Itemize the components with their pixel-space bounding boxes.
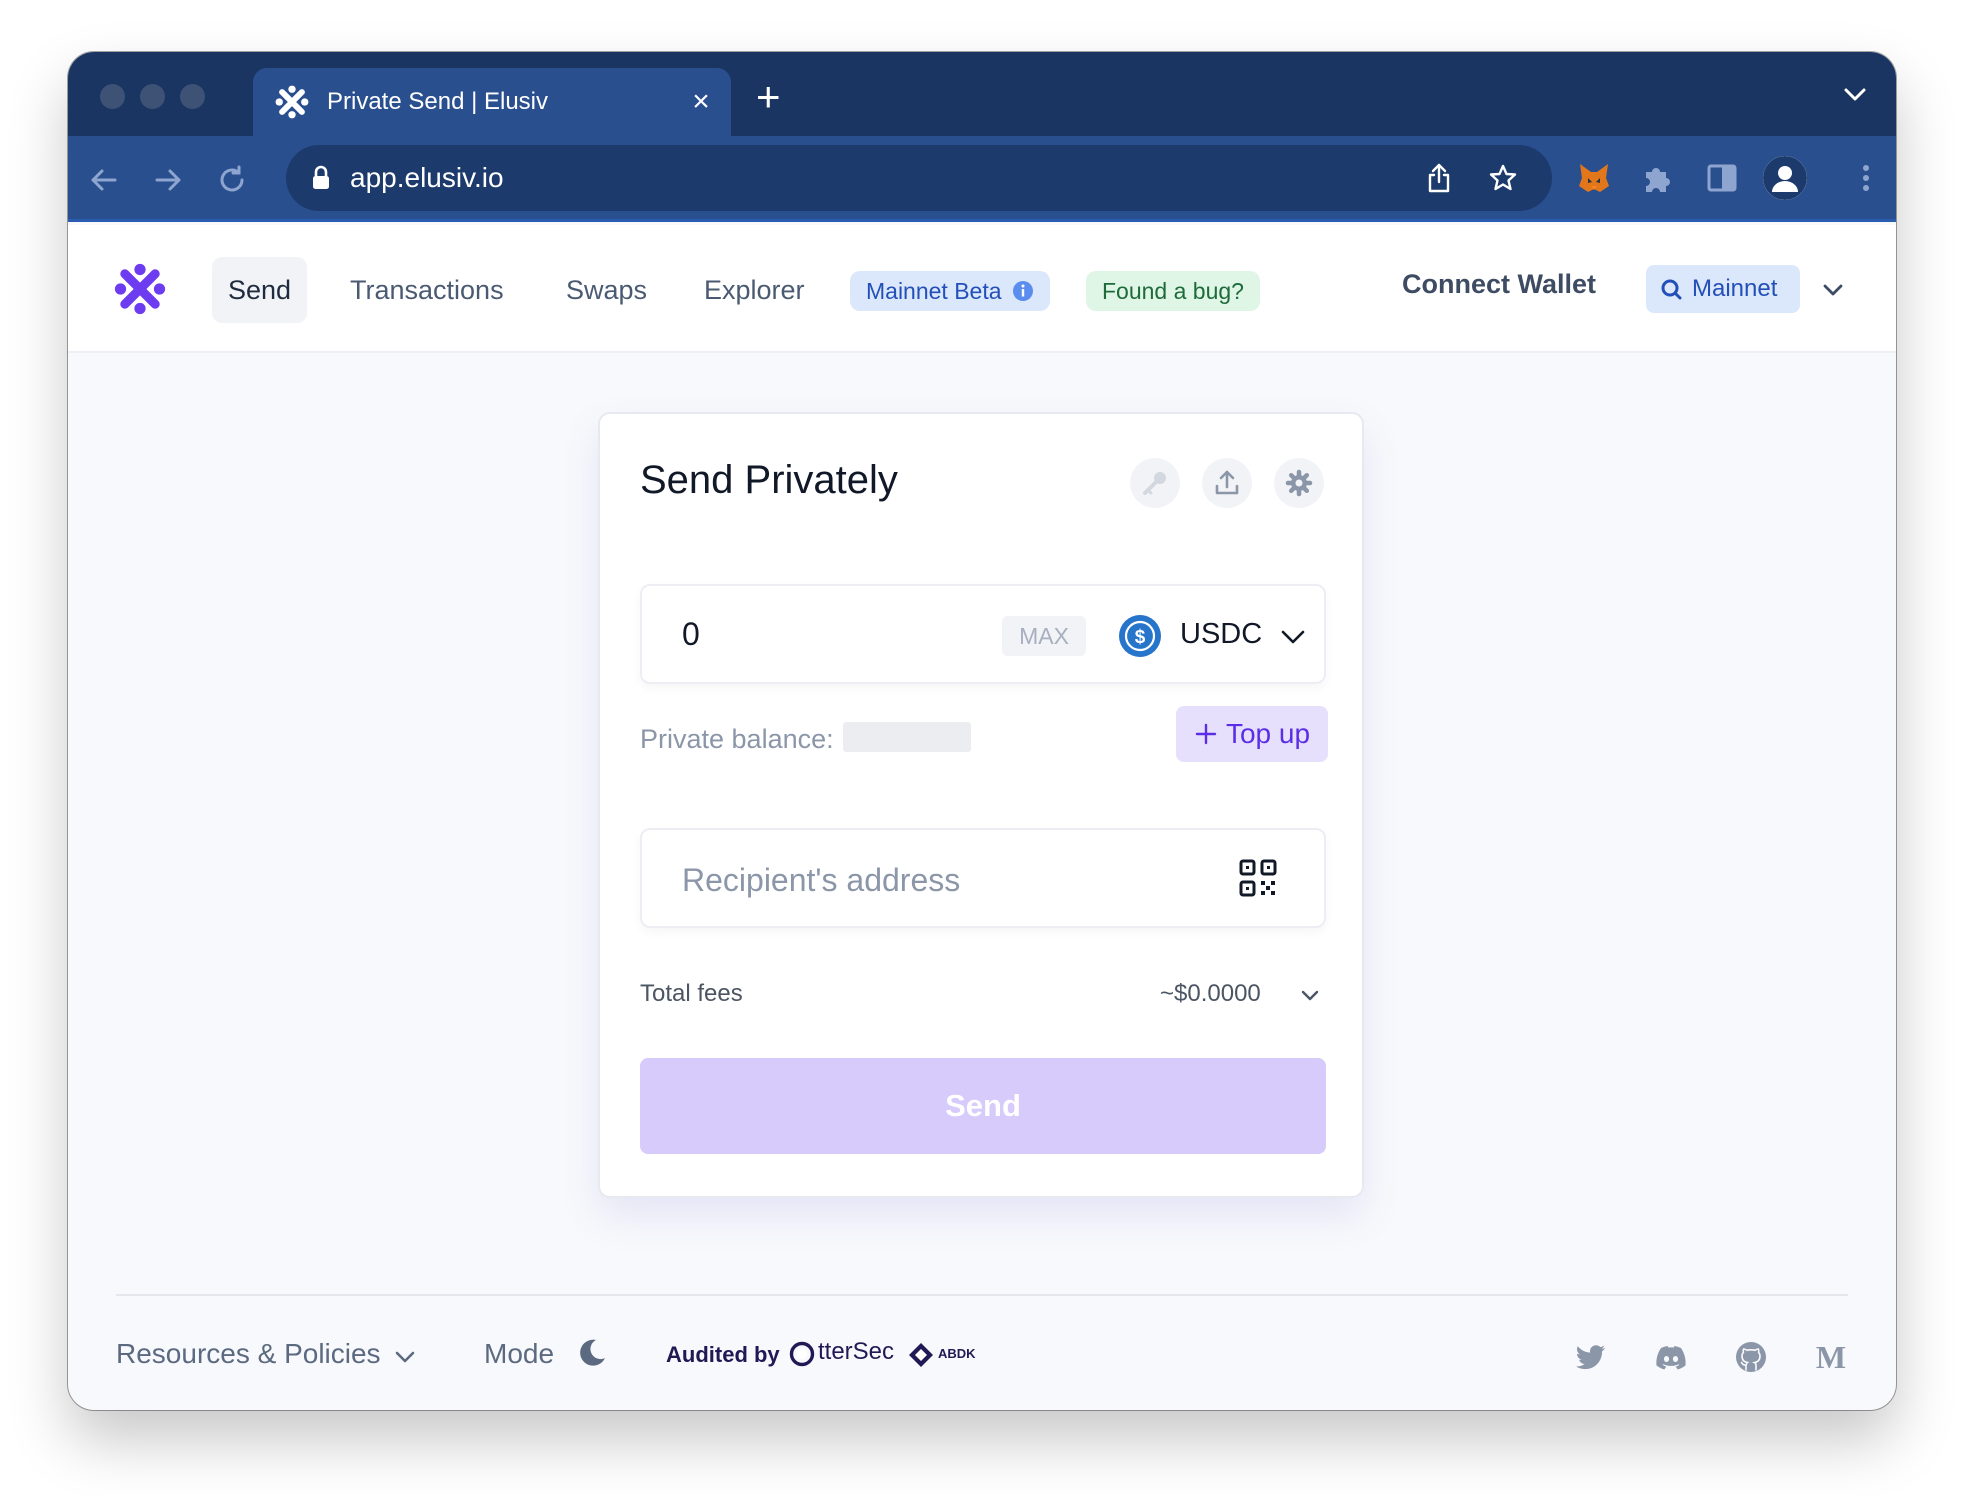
reload-icon[interactable] <box>216 164 248 196</box>
kebab-menu-icon[interactable] <box>1848 160 1884 196</box>
fox-extension-icon[interactable] <box>1576 160 1612 196</box>
audited-by-label: Audited by <box>666 1342 780 1367</box>
twitter-icon[interactable] <box>1574 1340 1608 1374</box>
qr-code-icon[interactable] <box>1238 858 1278 898</box>
nav-transactions[interactable]: Transactions <box>334 257 520 323</box>
elusiv-logo-icon <box>275 85 309 119</box>
found-bug-badge[interactable]: Found a bug? <box>1086 271 1260 311</box>
amount-field[interactable]: 0 MAX $ USDC <box>640 584 1326 684</box>
recipient-input[interactable] <box>682 858 1222 902</box>
svg-text:M: M <box>1816 1340 1846 1374</box>
send-card: Send Privately 0 MAX $ USDC Private bala… <box>598 412 1364 1198</box>
footer-divider <box>116 1294 1848 1296</box>
card-title: Send Privately <box>640 458 898 502</box>
total-fees-label: Total fees <box>640 980 743 1007</box>
browser-toolbar: app.elusiv.io <box>68 136 1896 222</box>
new-tab-button[interactable]: + <box>756 76 781 118</box>
chevron-down-icon[interactable] <box>1844 88 1866 102</box>
token-selector[interactable]: USDC <box>1180 618 1262 651</box>
discord-icon[interactable] <box>1654 1340 1688 1374</box>
send-button[interactable]: Send <box>640 1058 1326 1154</box>
star-icon[interactable] <box>1488 163 1518 193</box>
sidebar-icon[interactable] <box>1704 160 1740 196</box>
chevron-down-icon[interactable] <box>1298 984 1322 1008</box>
chevron-down-icon[interactable] <box>392 1344 418 1370</box>
total-fees-value[interactable]: ~$0.0000 <box>1160 980 1261 1008</box>
upload-button[interactable] <box>1202 458 1252 508</box>
chevron-down-icon[interactable] <box>1820 277 1846 303</box>
balance-loading-placeholder <box>843 722 971 752</box>
ottersec-label[interactable]: tterSec <box>818 1338 894 1366</box>
tab-private-send[interactable]: Private Send | Elusiv × <box>253 68 731 136</box>
address-bar[interactable]: app.elusiv.io <box>286 145 1552 211</box>
close-window-button[interactable] <box>100 84 125 109</box>
ottersec-logo-icon <box>789 1341 815 1367</box>
abdk-logo-icon <box>909 1343 933 1367</box>
medium-icon[interactable]: M <box>1814 1340 1848 1374</box>
tab-title: Private Send | Elusiv <box>327 88 549 115</box>
forward-icon[interactable] <box>152 164 184 196</box>
elusiv-logo-icon[interactable] <box>114 263 166 315</box>
chevron-down-icon[interactable] <box>1278 622 1308 652</box>
top-up-label: Top up <box>1225 718 1311 749</box>
mode-toggle-label[interactable]: Mode <box>484 1338 554 1370</box>
abdk-label[interactable]: ABDK <box>938 1346 976 1361</box>
nav-send[interactable]: Send <box>212 257 308 323</box>
puzzle-icon[interactable] <box>1640 160 1676 196</box>
connect-wallet-button[interactable]: Connect Wallet <box>1402 269 1596 300</box>
github-icon[interactable] <box>1734 1340 1768 1374</box>
search-icon <box>1661 279 1682 300</box>
url-text[interactable]: app.elusiv.io <box>350 162 1424 194</box>
key-icon <box>1143 472 1166 495</box>
moon-icon[interactable] <box>574 1336 608 1370</box>
plus-icon <box>1195 723 1217 745</box>
resources-policies-dropdown[interactable]: Resources & Policies <box>116 1338 381 1370</box>
top-up-button[interactable]: Top up <box>1176 706 1328 762</box>
key-button[interactable] <box>1130 458 1180 508</box>
mainnet-beta-label: Mainnet Beta <box>866 278 1002 304</box>
network-selector[interactable]: Mainnet <box>1646 265 1800 313</box>
lock-icon[interactable] <box>310 165 332 191</box>
zoom-window-button[interactable] <box>180 84 205 109</box>
tab-bar: Private Send | Elusiv × + <box>68 52 1896 136</box>
usdc-icon: $ <box>1119 615 1161 657</box>
info-icon <box>1012 281 1033 301</box>
upload-icon <box>1215 470 1239 495</box>
amount-value[interactable]: 0 <box>682 616 700 653</box>
recipient-field[interactable] <box>640 828 1326 928</box>
svg-text:$: $ <box>1135 627 1146 648</box>
network-label: Mainnet <box>1692 275 1778 302</box>
mainnet-beta-badge[interactable]: Mainnet Beta <box>850 271 1050 311</box>
max-button[interactable]: MAX <box>1002 616 1086 656</box>
browser-window: Private Send | Elusiv × + app.elusiv.io <box>68 52 1896 1410</box>
back-icon[interactable] <box>88 164 120 196</box>
share-icon[interactable] <box>1424 163 1454 193</box>
close-icon[interactable]: × <box>671 87 731 117</box>
nav-swaps[interactable]: Swaps <box>550 257 663 323</box>
minimize-window-button[interactable] <box>140 84 165 109</box>
gear-icon <box>1285 469 1313 497</box>
nav-explorer[interactable]: Explorer <box>688 257 821 323</box>
settings-button[interactable] <box>1274 458 1324 508</box>
app-header: Send Transactions Swaps Explorer Mainnet… <box>68 225 1896 353</box>
private-balance-label: Private balance: <box>640 724 834 754</box>
profile-icon[interactable] <box>1763 156 1807 200</box>
